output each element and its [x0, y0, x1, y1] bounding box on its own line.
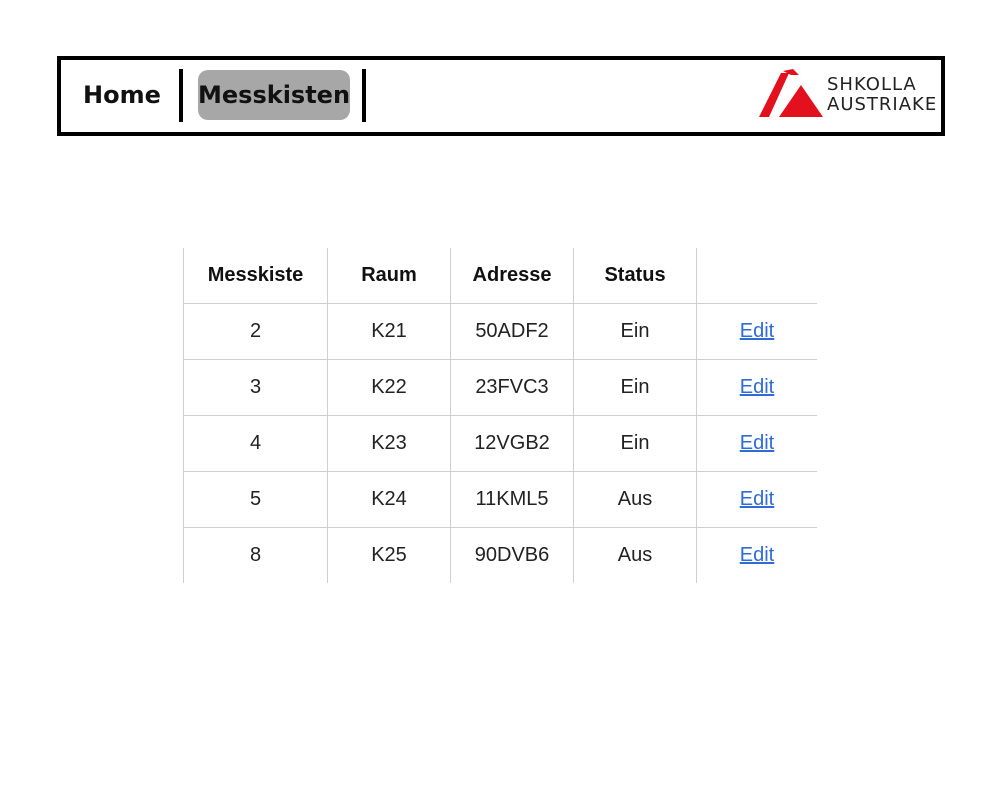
cell-action: Edit [696, 471, 817, 528]
edit-link[interactable]: Edit [740, 376, 774, 398]
cell-adresse: 50ADF2 [450, 303, 574, 360]
nav-home-link[interactable]: Home [83, 70, 161, 120]
column-header-raum: Raum [327, 248, 451, 304]
cell-adresse: 90DVB6 [450, 527, 574, 583]
cell-adresse: 12VGB2 [450, 415, 574, 472]
cell-messkiste: 3 [183, 359, 328, 416]
messkisten-table-container: Messkiste Raum Adresse Status 2 K21 50AD… [183, 248, 817, 583]
cell-messkiste: 4 [183, 415, 328, 472]
logo-text: SHKOLLA AUSTRIAKE [827, 75, 937, 115]
navbar: Home Messkisten SHKOLLA AUSTRIAKE [57, 56, 945, 136]
edit-link[interactable]: Edit [740, 544, 774, 566]
cell-adresse: 11KML5 [450, 471, 574, 528]
cell-adresse: 23FVC3 [450, 359, 574, 416]
cell-status: Ein [573, 359, 697, 416]
nav-separator [179, 69, 183, 122]
edit-link[interactable]: Edit [740, 320, 774, 342]
edit-link[interactable]: Edit [740, 432, 774, 454]
cell-status: Ein [573, 303, 697, 360]
edit-link[interactable]: Edit [740, 488, 774, 510]
column-header-status: Status [573, 248, 697, 304]
table-row: 4 K23 12VGB2 Ein Edit [183, 415, 817, 472]
cell-status: Aus [573, 471, 697, 528]
cell-status: Aus [573, 527, 697, 583]
table-row: 2 K21 50ADF2 Ein Edit [183, 303, 817, 360]
logo-mark-icon [759, 69, 823, 117]
cell-action: Edit [696, 303, 817, 360]
column-header-actions [696, 248, 817, 304]
nav-separator [362, 69, 366, 122]
cell-action: Edit [697, 528, 818, 584]
cell-messkiste: 2 [183, 303, 328, 360]
logo-line-1: SHKOLLA [827, 74, 917, 95]
cell-messkiste: 8 [183, 527, 328, 583]
table-row: 8 K25 90DVB6 Aus Edit [183, 527, 818, 584]
cell-messkiste: 5 [183, 471, 328, 528]
table-header-row: Messkiste Raum Adresse Status [183, 248, 817, 304]
cell-raum: K23 [327, 415, 451, 472]
cell-status: Ein [573, 415, 697, 472]
column-header-messkiste: Messkiste [183, 248, 328, 304]
column-header-adresse: Adresse [450, 248, 574, 304]
table-row: 3 K22 23FVC3 Ein Edit [183, 359, 817, 416]
logo-line-2: AUSTRIAKE [827, 94, 938, 115]
cell-raum: K21 [327, 303, 451, 360]
messkisten-table: Messkiste Raum Adresse Status 2 K21 50AD… [183, 248, 817, 583]
nav-messkisten-link[interactable]: Messkisten [198, 70, 350, 120]
cell-raum: K22 [327, 359, 451, 416]
school-logo: SHKOLLA AUSTRIAKE [755, 65, 937, 121]
cell-raum: K24 [327, 471, 451, 528]
cell-action: Edit [696, 415, 817, 472]
table-row: 5 K24 11KML5 Aus Edit [183, 471, 817, 528]
cell-raum: K25 [327, 527, 451, 583]
cell-action: Edit [696, 359, 817, 416]
